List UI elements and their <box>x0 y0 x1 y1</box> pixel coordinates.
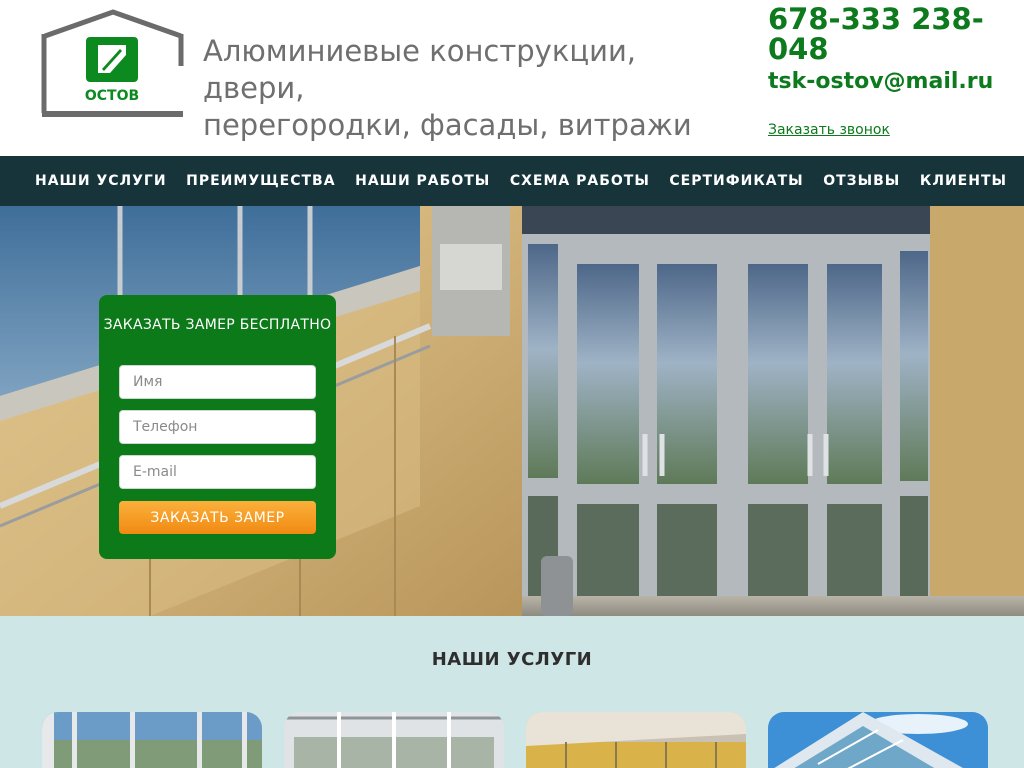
request-callback-link[interactable]: Заказать звонок <box>768 122 890 138</box>
service-card-ceilings[interactable] <box>526 712 746 768</box>
order-measurement-button[interactable]: ЗАКАЗАТЬ ЗАМЕР <box>119 501 316 534</box>
nav-item-work-scheme[interactable]: СХЕМА РАБОТЫ <box>510 173 650 189</box>
name-input[interactable] <box>119 365 316 399</box>
service-card-partitions[interactable] <box>284 712 504 768</box>
logo-text: ОСТОВ <box>85 88 139 104</box>
order-measurement-form: ЗАКАЗАТЬ ЗАМЕР БЕСПЛАТНО ЗАКАЗАТЬ ЗАМЕР <box>99 295 336 559</box>
site-header: ОСТОВ Алюминиевые конструкции, двери, пе… <box>0 0 1024 156</box>
nav-item-certificates[interactable]: СЕРТИФИКАТЫ <box>669 173 803 189</box>
nav-item-reviews[interactable]: ОТЗЫВЫ <box>823 173 900 189</box>
nav-item-our-works[interactable]: НАШИ РАБОТЫ <box>355 173 490 189</box>
service-card-windows[interactable] <box>42 712 262 768</box>
service-card-facades[interactable] <box>768 712 988 768</box>
phone-number[interactable]: 678-333 238-048 <box>768 4 1018 64</box>
nav-item-services[interactable]: НАШИ УСЛУГИ <box>35 173 167 189</box>
phone-input[interactable] <box>119 410 316 444</box>
hero-banner: ЗАКАЗАТЬ ЗАМЕР БЕСПЛАТНО ЗАКАЗАТЬ ЗАМЕР <box>0 206 1024 616</box>
main-navigation: НАШИ УСЛУГИ ПРЕИМУЩЕСТВА НАШИ РАБОТЫ СХЕ… <box>0 156 1024 206</box>
email-input[interactable] <box>119 455 316 489</box>
form-title: ЗАКАЗАТЬ ЗАМЕР БЕСПЛАТНО <box>103 317 332 333</box>
company-logo[interactable]: ОСТОВ <box>40 9 186 121</box>
nav-item-clients[interactable]: КЛИЕНТЫ <box>920 173 1007 189</box>
nav-item-advantages[interactable]: ПРЕИМУЩЕСТВА <box>186 173 335 189</box>
site-tagline: Алюминиевые конструкции, двери, перегоро… <box>203 33 743 144</box>
tagline-line-2: перегородки, фасады, витражи <box>203 108 692 142</box>
tagline-line-1: Алюминиевые конструкции, двери, <box>203 34 637 105</box>
email-link[interactable]: tsk-ostov@mail.ru <box>768 71 1018 93</box>
services-section: НАШИ УСЛУГИ <box>0 616 1024 768</box>
services-title: НАШИ УСЛУГИ <box>431 649 593 670</box>
